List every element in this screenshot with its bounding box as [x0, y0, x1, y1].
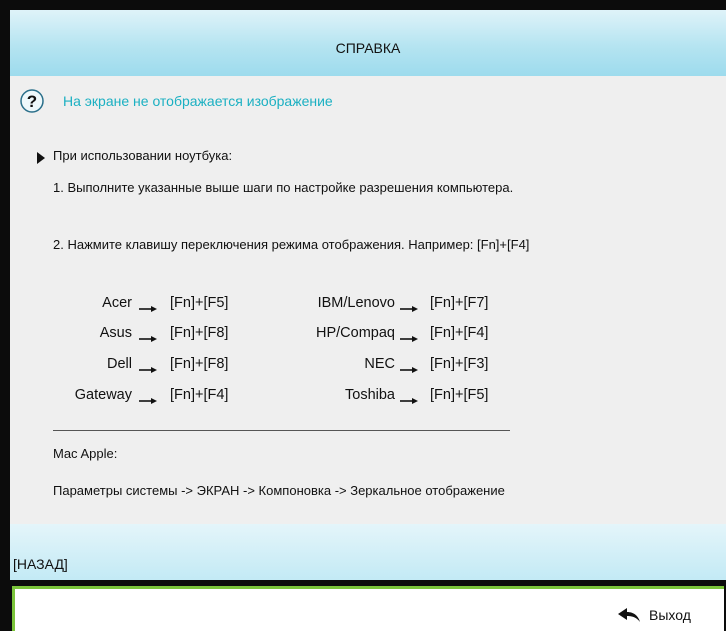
right-arrow-icon	[400, 306, 418, 312]
mac-path-text: Параметры системы -> ЭКРАН -> Компоновка…	[53, 483, 505, 498]
help-topic-title: На экране не отображается изображение	[63, 93, 333, 109]
help-question-icon: ?	[20, 89, 44, 113]
svg-text:?: ?	[27, 92, 37, 111]
shortcut-keys: [Fn]+[F5]	[430, 387, 489, 403]
shortcut-keys: [Fn]+[F8]	[170, 325, 229, 341]
right-arrow-icon	[139, 306, 157, 312]
brand-label: HP/Compaq	[316, 325, 395, 341]
brand-label: Asus	[99, 325, 132, 341]
right-arrow-icon	[400, 336, 418, 342]
right-arrow-icon	[400, 398, 418, 404]
brand-label: Toshiba	[345, 387, 395, 403]
help-window: СПРАВКА ? На экране не отображается изоб…	[0, 0, 726, 631]
help-topic-heading: ? На экране не отображается изображение	[10, 86, 726, 116]
shortcut-keys: [Fn]+[F8]	[170, 356, 229, 372]
right-arrow-icon	[139, 398, 157, 404]
shortcut-keys: [Fn]+[F5]	[170, 295, 229, 311]
mac-label: Mac Apple:	[53, 446, 118, 461]
shortcut-keys: [Fn]+[F4]	[430, 325, 489, 341]
laptop-section-title: При использовании ноутбука:	[53, 148, 233, 163]
shortcut-keys: [Fn]+[F3]	[430, 356, 489, 372]
right-arrow-icon	[139, 367, 157, 373]
back-button-label: [НАЗАД]	[13, 556, 68, 572]
shortcut-keys: [Fn]+[F7]	[430, 295, 489, 311]
brand-label: Acer	[102, 295, 132, 311]
back-button[interactable]: [НАЗАД]	[10, 524, 726, 580]
page-title: СПРАВКА	[335, 40, 401, 56]
footer-inner: Выход	[12, 586, 724, 631]
right-arrow-icon	[400, 367, 418, 373]
footer-bar: Выход	[10, 580, 726, 631]
bullet-triangle-icon	[37, 152, 45, 164]
step-2-text: 2. Нажмите клавишу переключения режима о…	[53, 237, 530, 252]
right-arrow-icon	[139, 336, 157, 342]
title-bar: СПРАВКА	[10, 10, 726, 76]
help-panel: СПРАВКА ? На экране не отображается изоб…	[10, 10, 726, 631]
exit-button-label[interactable]: Выход	[649, 607, 691, 623]
shortcut-keys: [Fn]+[F4]	[170, 387, 229, 403]
step-1-text: 1. Выполните указанные выше шаги по наст…	[53, 180, 514, 195]
brand-label: IBM/Lenovo	[317, 295, 395, 311]
brand-label: Dell	[107, 356, 132, 372]
brand-label: NEC	[364, 356, 395, 372]
section-divider	[53, 430, 510, 431]
return-arrow-icon[interactable]	[617, 607, 641, 623]
brand-label: Gateway	[74, 387, 132, 403]
